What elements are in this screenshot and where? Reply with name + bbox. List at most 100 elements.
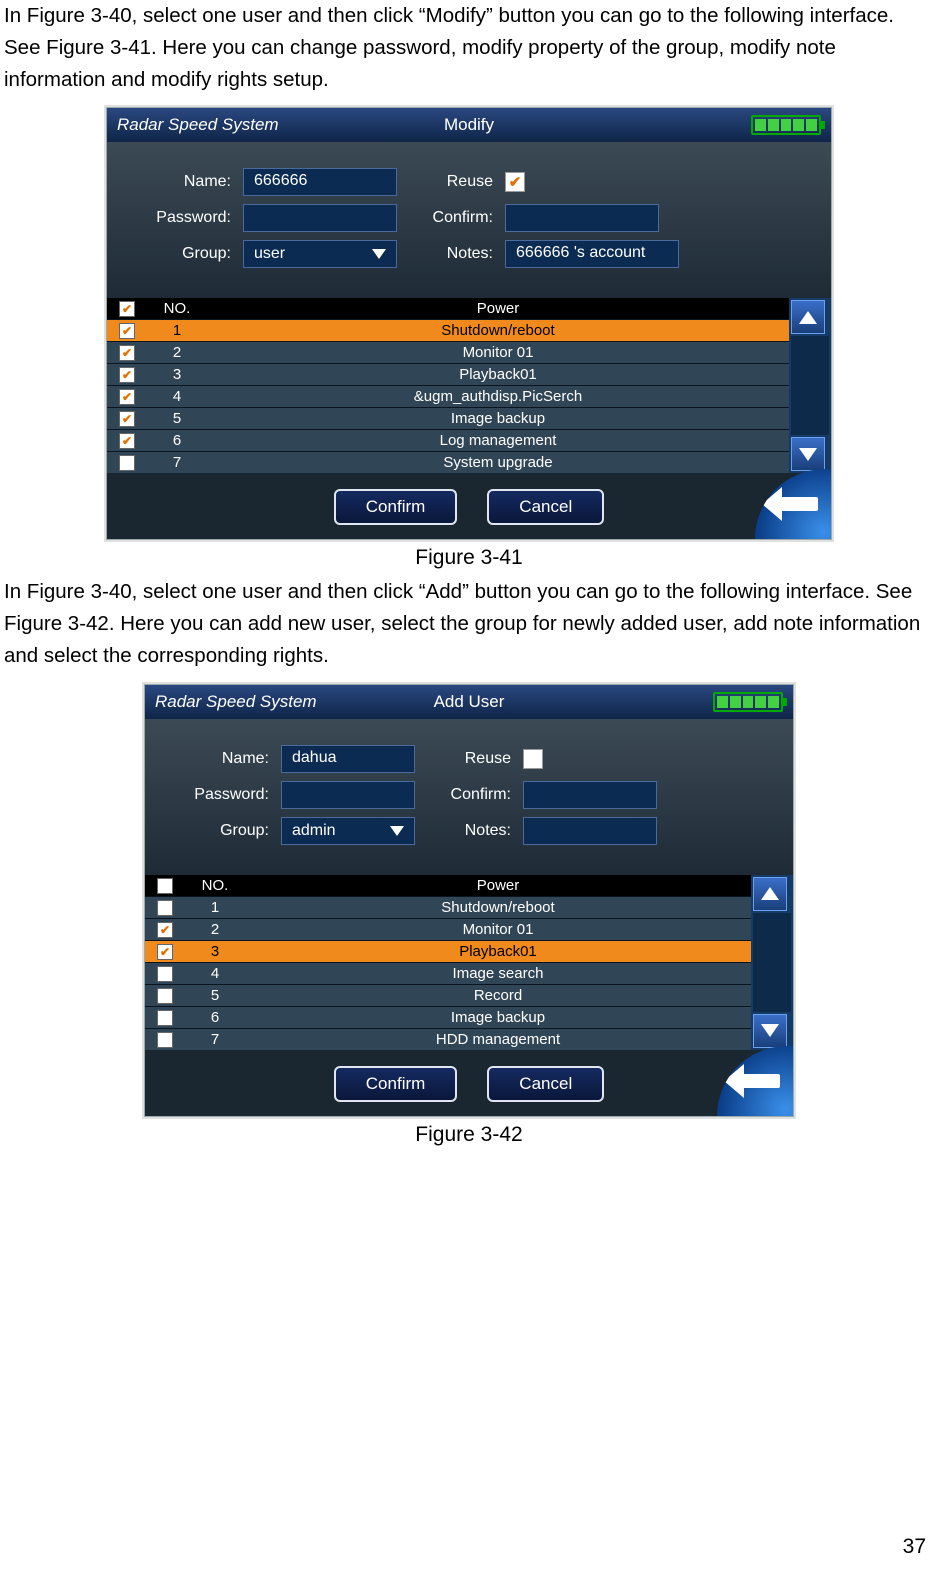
- confirm-button[interactable]: Confirm: [334, 489, 458, 525]
- perm-row[interactable]: ✔7HDD management: [145, 1028, 751, 1050]
- name-input[interactable]: dahua: [281, 745, 415, 773]
- name-input[interactable]: 666666: [243, 168, 397, 196]
- perm-checkbox[interactable]: ✔: [119, 345, 135, 361]
- perm-checkbox[interactable]: ✔: [157, 966, 173, 982]
- name-label: Name:: [141, 173, 243, 191]
- perm-row[interactable]: ✔ 5Record: [145, 984, 751, 1006]
- notes-input[interactable]: [523, 817, 657, 845]
- perm-no: 1: [185, 899, 245, 916]
- perm-no: 2: [185, 921, 245, 938]
- perm-label: Log management: [207, 432, 789, 449]
- confirm-input[interactable]: [523, 781, 657, 809]
- perm-row[interactable]: ✔ 2Monitor 01: [107, 341, 789, 363]
- perm-checkbox[interactable]: ✔: [157, 988, 173, 1004]
- col-power-header: Power: [207, 300, 789, 317]
- paragraph-modify: In Figure 3-40, select one user and then…: [0, 0, 938, 95]
- reuse-label: Reuse: [443, 750, 523, 768]
- col-no-header: NO.: [147, 300, 207, 317]
- password-input[interactable]: [243, 204, 397, 232]
- perm-no: 5: [185, 987, 245, 1004]
- password-input[interactable]: [281, 781, 415, 809]
- perm-row[interactable]: ✔6Log management: [107, 429, 789, 451]
- footer-bar: Confirm Cancel: [107, 473, 831, 539]
- perm-no: 4: [147, 388, 207, 405]
- perm-header-checkbox[interactable]: ✔: [119, 301, 135, 317]
- confirm-button[interactable]: Confirm: [334, 1066, 458, 1102]
- figure-3-41: Radar Speed System Modify Name: 666666 R…: [106, 107, 832, 540]
- perm-no: 2: [147, 344, 207, 361]
- reuse-checkbox[interactable]: ✔: [523, 749, 543, 769]
- perm-checkbox[interactable]: ✔: [157, 1010, 173, 1026]
- perm-checkbox[interactable]: ✔: [157, 944, 173, 960]
- col-no-header: NO.: [185, 877, 245, 894]
- perm-checkbox[interactable]: ✔: [119, 411, 135, 427]
- perm-label: Image backup: [207, 410, 789, 427]
- perm-row[interactable]: ✔6Image backup: [145, 1006, 751, 1028]
- scroll-down-button[interactable]: [791, 437, 825, 471]
- perm-checkbox[interactable]: ✔: [119, 367, 135, 383]
- perm-row[interactable]: ✔1Shutdown/reboot: [145, 896, 751, 918]
- system-title: Radar Speed System: [155, 692, 317, 712]
- chevron-down-icon: [390, 826, 404, 836]
- scroll-down-button[interactable]: [753, 1014, 787, 1048]
- perm-checkbox[interactable]: ✔: [119, 455, 135, 471]
- scroll-column: [751, 875, 793, 1050]
- confirm-label: Confirm:: [425, 209, 505, 227]
- chevron-down-icon: [372, 249, 386, 259]
- group-value: admin: [292, 822, 336, 840]
- perm-checkbox[interactable]: ✔: [119, 323, 135, 339]
- perm-checkbox[interactable]: ✔: [157, 922, 173, 938]
- mode-title: Modify: [444, 115, 494, 135]
- perm-row[interactable]: ✔5Image backup: [107, 407, 789, 429]
- perm-checkbox[interactable]: ✔: [157, 900, 173, 916]
- page-number: 37: [903, 1535, 926, 1559]
- perm-label: HDD management: [245, 1031, 751, 1048]
- perm-row[interactable]: ✔3Playback01: [145, 940, 751, 962]
- confirm-input[interactable]: [505, 204, 659, 232]
- back-button[interactable]: [717, 1046, 793, 1116]
- group-select[interactable]: user: [243, 240, 397, 268]
- perm-checkbox[interactable]: ✔: [157, 1032, 173, 1048]
- notes-input[interactable]: 666666 's account: [505, 240, 679, 268]
- name-label: Name:: [179, 750, 281, 768]
- reuse-checkbox[interactable]: ✔: [505, 172, 525, 192]
- scroll-up-button[interactable]: [753, 877, 787, 911]
- perm-header-row: ✔ NO. Power: [107, 298, 789, 319]
- cancel-button[interactable]: Cancel: [487, 489, 604, 525]
- footer-bar: Confirm Cancel: [145, 1050, 793, 1116]
- perm-row[interactable]: ✔1Shutdown/reboot: [107, 319, 789, 341]
- password-label: Password:: [141, 209, 243, 227]
- perm-label: Record: [245, 987, 751, 1004]
- cancel-button[interactable]: Cancel: [487, 1066, 604, 1102]
- scroll-track[interactable]: [791, 336, 829, 435]
- form-panel: Name: 666666 Reuse ✔ Password: Confirm: …: [107, 142, 831, 298]
- perm-checkbox[interactable]: ✔: [119, 389, 135, 405]
- arrow-down-icon: [799, 448, 817, 461]
- scroll-track[interactable]: [753, 913, 791, 1012]
- back-button[interactable]: [755, 469, 831, 539]
- perm-no: 7: [147, 454, 207, 471]
- perm-label: Monitor 01: [245, 921, 751, 938]
- perm-no: 6: [185, 1009, 245, 1026]
- perm-row[interactable]: ✔7System upgrade: [107, 451, 789, 473]
- perm-row[interactable]: ✔4Image search: [145, 962, 751, 984]
- reuse-label: Reuse: [425, 173, 505, 191]
- group-value: user: [254, 245, 285, 263]
- scroll-up-button[interactable]: [791, 300, 825, 334]
- arrow-up-icon: [761, 887, 779, 900]
- titlebar: Radar Speed System Add User: [145, 685, 793, 719]
- arrow-left-icon: [740, 1074, 780, 1088]
- system-title: Radar Speed System: [117, 115, 279, 135]
- perm-row[interactable]: ✔3Playback01: [107, 363, 789, 385]
- perm-label: &ugm_authdisp.PicSerch: [207, 388, 789, 405]
- perm-label: Monitor 01: [207, 344, 789, 361]
- group-select[interactable]: admin: [281, 817, 415, 845]
- permissions-table: ✔ NO. Power ✔1Shutdown/reboot✔2Monitor 0…: [145, 875, 793, 1050]
- perm-row[interactable]: ✔ 4&ugm_authdisp.PicSerch: [107, 385, 789, 407]
- perm-checkbox[interactable]: ✔: [119, 433, 135, 449]
- battery-icon: [713, 692, 783, 712]
- perm-row[interactable]: ✔ 2Monitor 01: [145, 918, 751, 940]
- perm-header-checkbox[interactable]: ✔: [157, 878, 173, 894]
- col-power-header: Power: [245, 877, 751, 894]
- perm-label: Shutdown/reboot: [207, 322, 789, 339]
